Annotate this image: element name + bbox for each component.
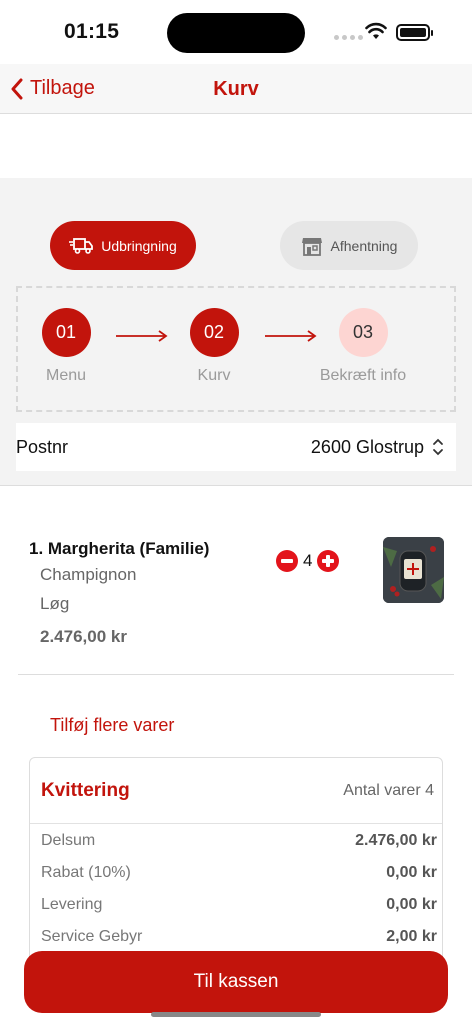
status-bar: 01:15 <box>0 0 472 64</box>
postnr-label: Postnr <box>16 436 69 457</box>
receipt-title: Kvittering <box>41 779 130 801</box>
row-value: 2.476,00 kr <box>355 832 437 849</box>
arrow-right-icon <box>116 330 168 342</box>
divider <box>18 674 454 675</box>
arrow-right-icon <box>265 330 317 342</box>
decrease-quantity-button[interactable] <box>276 550 298 572</box>
receipt-row-subtotal: Delsum 2.476,00 kr <box>41 832 437 850</box>
row-label: Rabat (10%) <box>41 864 131 881</box>
postnr-value: 2600 Glostrup <box>310 436 424 457</box>
item-option: Champignon <box>40 565 137 584</box>
row-label: Levering <box>41 896 103 913</box>
row-label: Delsum <box>41 832 96 849</box>
receipt-row-delivery: Levering 0,00 kr <box>41 896 437 914</box>
checkout-button[interactable]: Til kassen <box>24 951 448 1013</box>
home-indicator <box>151 1012 321 1017</box>
receipt-row-service-fee: Service Gebyr 2,00 kr <box>41 928 437 946</box>
increase-quantity-button[interactable] <box>317 550 340 572</box>
dynamic-island <box>167 13 305 53</box>
item-option: Løg <box>40 594 70 613</box>
battery-icon <box>396 24 433 41</box>
cart-item: 1. Margherita (Familie) Champignon Løg 2… <box>0 487 472 675</box>
row-value: 0,00 kr <box>386 896 437 913</box>
status-time: 01:15 <box>64 20 120 43</box>
wifi-icon <box>365 22 387 39</box>
step-number: 01 <box>41 308 91 357</box>
pickup-mode-label: Afhentning <box>330 237 398 254</box>
nav-bar: Tilbage Kurv <box>0 64 472 114</box>
step-number: 02 <box>189 308 239 357</box>
postnr-select[interactable]: Postnr 2600 Glostrup <box>16 423 456 471</box>
order-setup-panel: Udbringning Afhentning 01 Menu 02 Kurv 0… <box>0 178 472 486</box>
delivery-mode-label: Udbringning <box>101 237 177 254</box>
step-label: Kurv <box>197 367 231 384</box>
row-label: Service Gebyr <box>41 928 143 945</box>
store-icon <box>301 237 322 256</box>
step-menu: 01 Menu <box>16 308 116 385</box>
chevron-updown-icon <box>433 438 443 456</box>
quantity-value: 4 <box>303 551 313 570</box>
step-label: Bekræft info <box>319 367 407 384</box>
quantity-stepper: 4 <box>276 550 340 572</box>
checkout-steps: 01 Menu 02 Kurv 03 Bekræft info <box>16 286 456 412</box>
item-image <box>383 537 444 603</box>
page-title: Kurv <box>213 78 259 100</box>
pickup-mode-button[interactable]: Afhentning <box>280 221 418 270</box>
step-number: 03 <box>338 308 388 357</box>
step-label: Menu <box>45 367 87 384</box>
receipt-header: Kvittering Antal varer 4 <box>30 758 442 824</box>
receipt-row-discount: Rabat (10%) 0,00 kr <box>41 864 437 882</box>
row-value: 2,00 kr <box>386 928 437 945</box>
row-value: 0,00 kr <box>386 864 437 881</box>
step-confirm: 03 Bekræft info <box>313 308 413 385</box>
delivery-mode-button[interactable]: Udbringning <box>50 221 196 270</box>
item-price: 2.476,00 kr <box>40 627 127 646</box>
item-count: Antal varer 4 <box>343 781 434 799</box>
delivery-truck-icon <box>69 237 94 254</box>
step-cart: 02 Kurv <box>164 308 264 385</box>
add-more-items-link[interactable]: Tilføj flere varer <box>50 715 174 736</box>
item-name: 1. Margherita (Familie) <box>29 539 210 558</box>
postnr-value-container[interactable]: 2600 Glostrup <box>311 437 444 458</box>
signal-icon <box>334 35 363 40</box>
